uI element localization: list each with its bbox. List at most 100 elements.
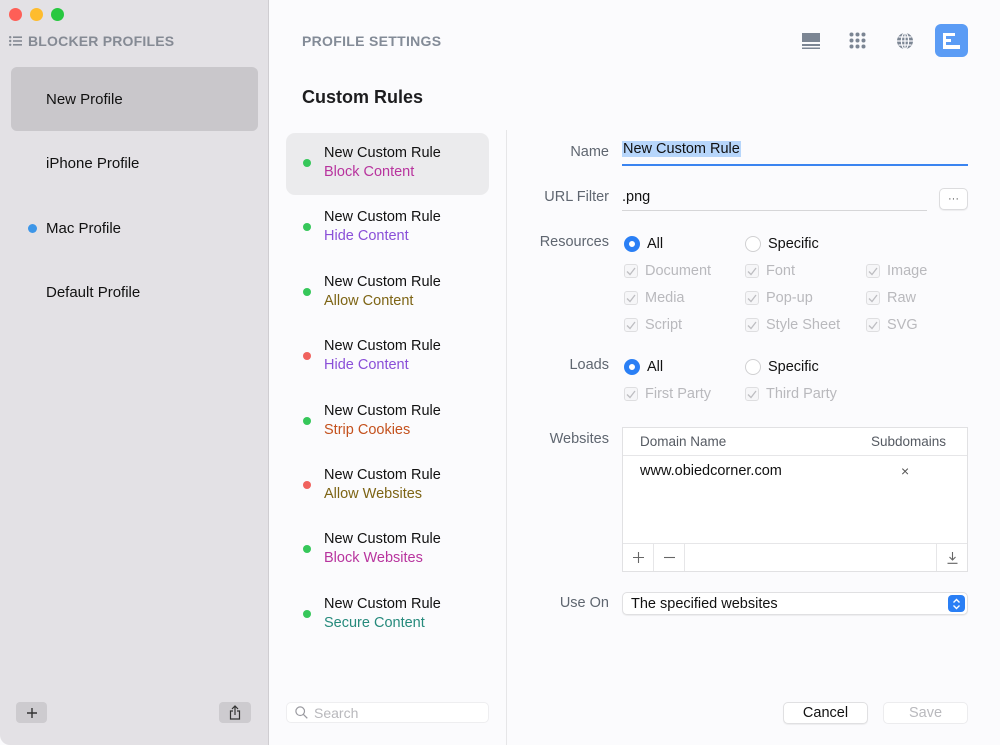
load-first-party-checkbox[interactable]: First Party — [624, 386, 711, 402]
profile-item-iphone[interactable]: iPhone Profile — [11, 132, 258, 196]
url-filter-options-button[interactable]: ··· — [939, 188, 968, 210]
resource-media-checkbox[interactable]: Media — [624, 290, 685, 306]
plus-icon — [632, 552, 644, 563]
globe-button[interactable] — [888, 24, 921, 57]
checkmark-icon — [624, 264, 638, 278]
rule-type: Allow Content — [324, 292, 414, 309]
checkbox-label: First Party — [645, 386, 712, 402]
rule-type: Strip Cookies — [324, 421, 411, 438]
window-controls — [9, 8, 64, 21]
resource-document-checkbox[interactable]: Document — [624, 263, 711, 279]
resource-script-checkbox[interactable]: Script — [624, 317, 682, 333]
resources-all-radio[interactable]: All — [624, 236, 663, 252]
rule-status-dot — [303, 416, 311, 425]
rule-status-dot — [303, 480, 311, 489]
cancel-button[interactable]: Cancel — [783, 702, 868, 724]
loads-label: Loads — [569, 357, 609, 373]
radio-unselected-icon — [745, 236, 761, 252]
add-profile-button[interactable] — [16, 702, 47, 723]
resource-svg-checkbox[interactable]: SVG — [866, 317, 918, 333]
rule-status-dot — [303, 223, 311, 232]
search-input[interactable] — [314, 704, 474, 721]
sidebar-header: BLOCKER PROFILES — [9, 33, 174, 49]
rule-status-dot — [303, 545, 311, 554]
subdomains-cell[interactable]: × — [901, 463, 909, 479]
minimize-window-button[interactable] — [30, 8, 43, 21]
rule-item[interactable]: New Custom Rule Hide Content — [286, 197, 489, 259]
checkmark-icon — [866, 264, 880, 278]
rule-name: New Custom Rule — [324, 273, 441, 290]
chevron-up-down-icon — [948, 595, 965, 612]
rule-name: New Custom Rule — [324, 531, 441, 548]
resource-raw-checkbox[interactable]: Raw — [866, 290, 916, 306]
search-field[interactable] — [286, 702, 489, 723]
profile-item-new[interactable]: New Profile — [11, 67, 258, 131]
checkmark-icon — [745, 264, 759, 278]
import-websites-button[interactable] — [936, 544, 967, 571]
resources-specific-radio[interactable]: Specific — [745, 236, 819, 252]
save-button[interactable]: Save — [883, 702, 968, 724]
url-filter-field[interactable]: .png — [622, 186, 927, 211]
use-on-label: Use On — [559, 595, 609, 611]
table-footer — [623, 543, 967, 571]
pane-divider — [506, 130, 507, 745]
resource-stylesheet-checkbox[interactable]: Style Sheet — [745, 317, 840, 333]
column-header-subdomains[interactable]: Subdomains — [871, 434, 946, 449]
profile-label: New Profile — [46, 90, 123, 108]
profile-label: Mac Profile — [46, 219, 122, 237]
sidebar: BLOCKER PROFILES New Profile iPhone Prof… — [0, 0, 269, 745]
radio-label: Specific — [768, 236, 819, 252]
checkmark-icon — [745, 291, 759, 305]
custom-rules-button[interactable] — [935, 24, 968, 57]
resource-popup-checkbox[interactable]: Pop-up — [745, 290, 813, 306]
radio-label: Specific — [768, 359, 819, 375]
add-website-button[interactable] — [623, 544, 654, 571]
grid-button[interactable] — [841, 24, 874, 57]
load-third-party-checkbox[interactable]: Third Party — [745, 386, 837, 402]
loads-all-radio[interactable]: All — [624, 359, 663, 375]
profile-item-mac[interactable]: Mac Profile — [11, 196, 258, 260]
resources-label: Resources — [539, 234, 609, 250]
resource-image-checkbox[interactable]: Image — [866, 263, 927, 279]
rule-name: New Custom Rule — [324, 145, 441, 161]
minus-icon — [663, 556, 675, 559]
rule-item[interactable]: New Custom Rule Block Websites — [286, 519, 489, 581]
rule-item[interactable]: New Custom Rule Hide Content — [286, 326, 489, 388]
loads-specific-radio[interactable]: Specific — [745, 359, 819, 375]
table-row[interactable]: www.obiedcorner.com × — [623, 456, 967, 486]
layout-button[interactable] — [794, 24, 827, 57]
rule-item[interactable]: New Custom Rule Secure Content — [286, 584, 489, 646]
download-icon — [947, 551, 957, 564]
name-value: New Custom Rule — [622, 141, 741, 157]
rule-item[interactable]: New Custom Rule Block Content — [286, 133, 489, 195]
rule-status-dot — [303, 287, 311, 296]
url-filter-label: URL Filter — [544, 189, 609, 205]
plus-icon — [26, 707, 37, 718]
rule-item[interactable]: New Custom Rule Allow Content — [286, 262, 489, 324]
checkmark-icon — [866, 291, 880, 305]
zoom-window-button[interactable] — [51, 8, 64, 21]
radio-selected-icon — [624, 359, 640, 375]
checkmark-icon — [745, 387, 759, 401]
table-header: Domain Name Subdomains — [623, 428, 967, 456]
grid-icon — [849, 32, 866, 49]
name-field[interactable]: New Custom Rule — [622, 140, 968, 166]
use-on-select[interactable]: The specified websites — [622, 592, 968, 615]
checkmark-icon — [624, 387, 638, 401]
rule-item[interactable]: New Custom Rule Allow Websites — [286, 455, 489, 517]
profile-list: New Profile iPhone Profile Mac Profile D… — [11, 67, 258, 325]
ellipsis-icon: ··· — [948, 193, 959, 205]
resource-font-checkbox[interactable]: Font — [745, 263, 795, 279]
profile-item-default[interactable]: Default Profile — [11, 261, 258, 325]
share-profile-button[interactable] — [219, 702, 251, 723]
profile-label: iPhone Profile — [46, 155, 140, 172]
close-window-button[interactable] — [9, 8, 22, 21]
column-header-domain[interactable]: Domain Name — [623, 434, 871, 449]
active-profile-dot — [28, 223, 37, 233]
domain-cell: www.obiedcorner.com — [640, 463, 782, 479]
checkmark-icon — [745, 318, 759, 332]
radio-label: All — [647, 359, 664, 375]
checkmark-icon — [624, 318, 638, 332]
remove-website-button[interactable] — [654, 544, 685, 571]
rule-item[interactable]: New Custom Rule Strip Cookies — [286, 391, 489, 453]
